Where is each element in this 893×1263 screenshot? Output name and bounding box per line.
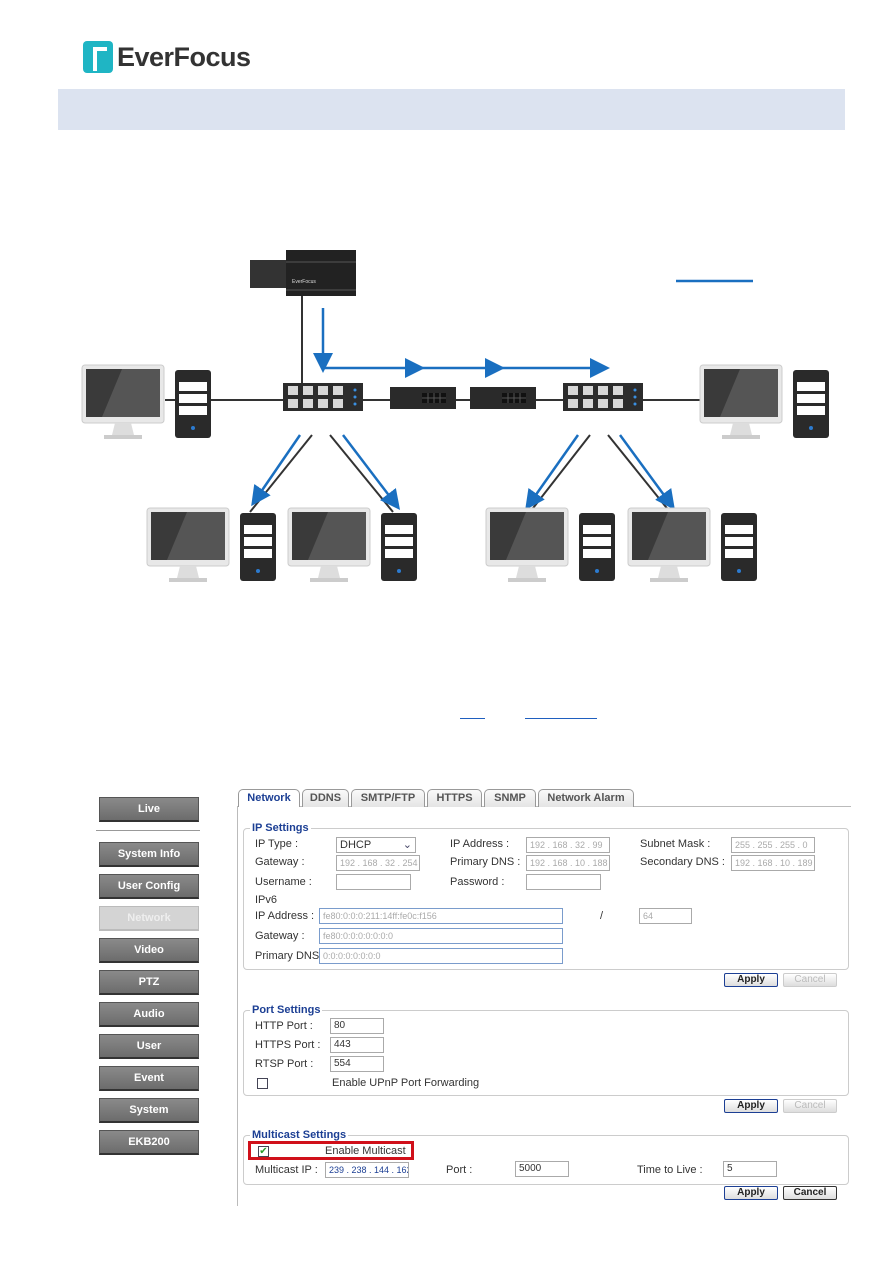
computer-icon	[81, 364, 212, 440]
username-field[interactable]	[336, 874, 411, 890]
password-field[interactable]	[526, 874, 601, 890]
sidebar-item-live[interactable]: Live	[99, 797, 199, 822]
multicast-port-label: Port :	[446, 1164, 473, 1176]
prefix-separator: /	[600, 910, 604, 922]
ip-apply-button[interactable]: Apply	[724, 973, 778, 987]
upnp-checkbox[interactable]	[257, 1078, 268, 1089]
ip-type-select[interactable]: DHCP ⌄	[336, 837, 416, 853]
secondary-dns-label: Secondary DNS :	[640, 856, 725, 868]
ipv6-dns-field[interactable]: 0:0:0:0:0:0:0:0	[319, 948, 563, 964]
rtsp-port-field[interactable]: 554	[330, 1056, 384, 1072]
sidebar-divider	[96, 830, 200, 831]
tab-smtp-ftp[interactable]: SMTP/FTP	[351, 789, 425, 807]
ipv6-gateway-field[interactable]: fe80:0:0:0:0:0:0:0	[319, 928, 563, 944]
multicast-ip-field[interactable]: 239 . 238 . 144 . 162	[325, 1162, 409, 1178]
router-icon	[389, 386, 457, 410]
subnet-mask-field[interactable]: 255 . 255 . 255 . 0	[731, 837, 815, 853]
computer-icon	[485, 507, 616, 583]
ip-address-field[interactable]: 192 . 168 . 32 . 99	[526, 837, 610, 853]
password-label: Password :	[450, 876, 505, 888]
ipv6-label: IPv6	[255, 894, 278, 906]
tab-network[interactable]: Network	[238, 789, 300, 807]
tab-snmp[interactable]: SNMP	[484, 789, 536, 807]
upnp-label: Enable UPnP Port Forwarding	[332, 1077, 480, 1089]
chevron-down-icon: ⌄	[402, 839, 412, 851]
multicast-ip-label: Multicast IP :	[255, 1164, 318, 1176]
sidebar-item-system[interactable]: System	[99, 1098, 199, 1123]
computer-icon	[146, 507, 277, 583]
sidebar-item-audio[interactable]: Audio	[99, 1002, 199, 1027]
ttl-field[interactable]: 5	[723, 1161, 777, 1177]
sidebar-item-ekb200[interactable]: EKB200	[99, 1130, 199, 1155]
port-settings-title: Port Settings	[250, 1004, 323, 1016]
http-port-field[interactable]: 80	[330, 1018, 384, 1034]
ipv6-dns-label: Primary DNS :	[255, 950, 326, 962]
sidebar-item-user-config[interactable]: User Config	[99, 874, 199, 899]
switch-icon	[563, 383, 643, 411]
username-label: Username :	[255, 876, 312, 888]
everfocus-logo: EverFocus	[117, 42, 251, 72]
ip-camera-icon: EverFocus	[250, 250, 356, 296]
computer-icon	[699, 364, 830, 440]
sidebar-item-video[interactable]: Video	[99, 938, 199, 963]
switch-icon	[283, 383, 363, 411]
router-icon	[469, 386, 537, 410]
primary-dns-field[interactable]: 192 . 168 . 10 . 188	[526, 855, 610, 871]
http-port-label: HTTP Port :	[255, 1020, 313, 1032]
https-port-label: HTTPS Port :	[255, 1039, 321, 1051]
tab-network-alarm[interactable]: Network Alarm	[538, 789, 634, 807]
camera-brand-label: EverFocus	[292, 279, 316, 285]
sidebar-item-network[interactable]: Network	[99, 906, 199, 931]
multicast-cancel-button[interactable]: Cancel	[783, 1186, 837, 1200]
hyperlink-underline[interactable]	[525, 718, 597, 719]
ipv6-address-label: IP Address :	[255, 910, 315, 922]
ipv6-prefix-field[interactable]: 64	[639, 908, 692, 924]
everfocus-logo-icon	[83, 41, 113, 73]
multicast-port-field[interactable]: 5000	[515, 1161, 569, 1177]
ip-settings-title: IP Settings	[250, 822, 311, 834]
enable-multicast-label: Enable Multicast	[325, 1145, 406, 1157]
ttl-label: Time to Live :	[637, 1164, 703, 1176]
gateway-label: Gateway :	[255, 856, 305, 868]
gateway-field[interactable]: 192 . 168 . 32 . 254	[336, 855, 420, 871]
multicast-apply-button[interactable]: Apply	[724, 1186, 778, 1200]
multicast-diagram: EverFocus	[81, 250, 830, 583]
sidebar-item-event[interactable]: Event	[99, 1066, 199, 1091]
sidebar-item-user[interactable]: User	[99, 1034, 199, 1059]
computer-icon	[287, 507, 418, 583]
port-cancel-button[interactable]: Cancel	[783, 1099, 837, 1113]
ip-cancel-button[interactable]: Cancel	[783, 973, 837, 987]
subnet-mask-label: Subnet Mask :	[640, 838, 711, 850]
ip-type-label: IP Type :	[255, 838, 299, 850]
hyperlink-underline[interactable]	[460, 718, 485, 719]
section-banner	[58, 89, 845, 130]
computer-icon	[627, 507, 758, 583]
port-apply-button[interactable]: Apply	[724, 1099, 778, 1113]
tab-ddns[interactable]: DDNS	[302, 789, 349, 807]
ipv6-gateway-label: Gateway :	[255, 930, 305, 942]
enable-multicast-checkbox[interactable]: ✔	[258, 1146, 269, 1157]
primary-dns-label: Primary DNS :	[450, 856, 521, 868]
ip-address-label: IP Address :	[450, 838, 510, 850]
multicast-settings-title: Multicast Settings	[250, 1129, 349, 1141]
rtsp-port-label: RTSP Port :	[255, 1058, 314, 1070]
sidebar-item-system-info[interactable]: System Info	[99, 842, 199, 867]
secondary-dns-field[interactable]: 192 . 168 . 10 . 189	[731, 855, 815, 871]
https-port-field[interactable]: 443	[330, 1037, 384, 1053]
tab-https[interactable]: HTTPS	[427, 789, 482, 807]
sidebar-item-ptz[interactable]: PTZ	[99, 970, 199, 995]
ipv6-address-field[interactable]: fe80:0:0:0:211:14ff:fe0c:f156	[319, 908, 563, 924]
